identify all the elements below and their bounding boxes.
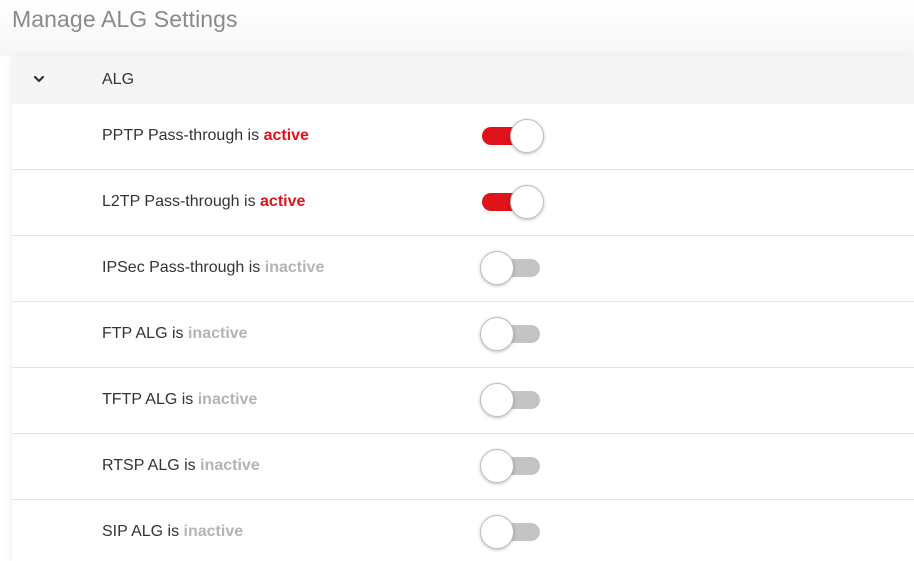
chevron-down-icon[interactable]	[32, 72, 46, 86]
setting-label: PPTP Pass-through is active	[102, 127, 309, 145]
toggle-knob	[480, 449, 514, 483]
page-title: Manage ALG Settings	[12, 6, 238, 32]
status-text: active	[260, 193, 306, 210]
status-text: inactive	[187, 325, 248, 342]
setting-row-tftp: TFTP ALG is inactive	[12, 368, 914, 434]
setting-row-ipsec: IPSec Pass-through is inactive	[12, 236, 914, 302]
alg-section-header[interactable]: ALG	[12, 56, 914, 105]
setting-row-rtsp: RTSP ALG is inactive	[12, 434, 914, 500]
setting-label-text: IPSec Pass-through is	[102, 259, 261, 276]
setting-label: RTSP ALG is inactive	[102, 457, 260, 475]
status-text: inactive	[264, 259, 325, 276]
toggle-knob	[480, 515, 514, 549]
sip-toggle[interactable]	[480, 515, 544, 549]
setting-row-pptp: PPTP Pass-through is active	[12, 104, 914, 170]
toggle-knob	[510, 185, 544, 219]
setting-row-ftp: FTP ALG is inactive	[12, 302, 914, 368]
setting-label: TFTP ALG is inactive	[102, 391, 257, 409]
toggle-knob	[510, 119, 544, 153]
status-text: inactive	[183, 523, 244, 540]
setting-label-text: FTP ALG is	[102, 325, 184, 342]
page-header: Manage ALG Settings	[0, 0, 914, 56]
setting-label: SIP ALG is inactive	[102, 523, 243, 541]
l2tp-toggle[interactable]	[480, 185, 544, 219]
ipsec-toggle[interactable]	[480, 251, 544, 285]
setting-label: L2TP Pass-through is active	[102, 193, 305, 211]
alg-panel: ALG PPTP Pass-through is active L2TP Pas…	[12, 56, 914, 561]
setting-label-text: RTSP ALG is	[102, 457, 196, 474]
rtsp-toggle[interactable]	[480, 449, 544, 483]
setting-row-sip: SIP ALG is inactive	[12, 500, 914, 561]
toggle-knob	[480, 251, 514, 285]
ftp-toggle[interactable]	[480, 317, 544, 351]
setting-label-text: PPTP Pass-through is	[102, 127, 260, 144]
toggle-knob	[480, 317, 514, 351]
setting-row-l2tp: L2TP Pass-through is active	[12, 170, 914, 236]
status-text: inactive	[200, 457, 260, 474]
section-title: ALG	[102, 71, 135, 88]
status-text: inactive	[197, 391, 258, 408]
toggle-knob	[480, 383, 514, 417]
tftp-toggle[interactable]	[480, 383, 544, 417]
setting-label: FTP ALG is inactive	[102, 325, 248, 343]
setting-label: IPSec Pass-through is inactive	[102, 259, 324, 277]
pptp-toggle[interactable]	[480, 119, 544, 153]
setting-label-text: TFTP ALG is	[102, 391, 194, 408]
setting-label-text: SIP ALG is	[102, 523, 180, 540]
status-text: active	[263, 127, 309, 144]
alg-settings-page: Manage ALG Settings ALG PPTP Pass-throug…	[0, 0, 914, 561]
setting-label-text: L2TP Pass-through is	[102, 193, 256, 210]
